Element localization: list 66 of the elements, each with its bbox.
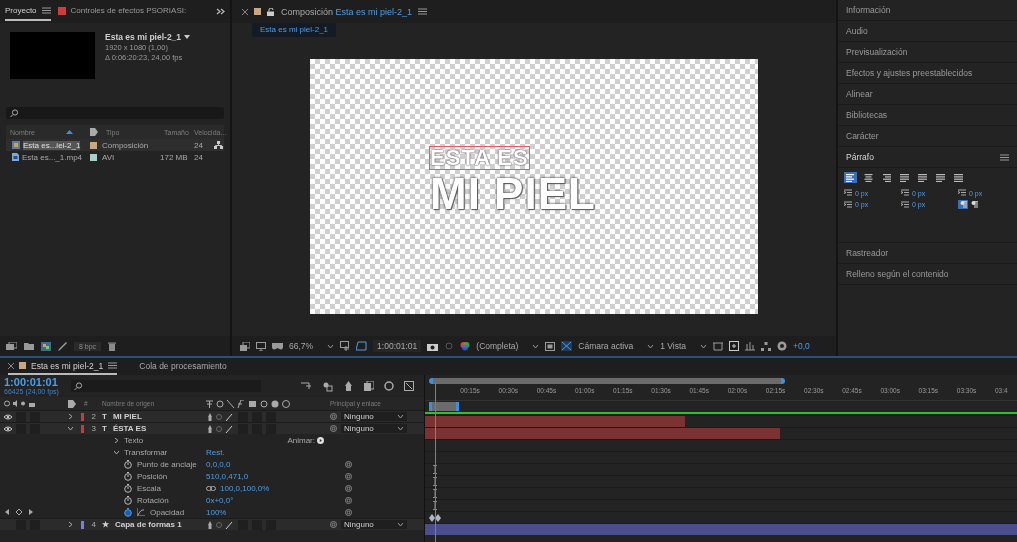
canvas-text: MI PIEL: [430, 172, 596, 216]
tab-label: Proyecto: [5, 6, 37, 15]
property-value[interactable]: 100%: [206, 507, 227, 517]
item-name: Esta es..._1.mp4: [22, 152, 83, 162]
property-value[interactable]: 510,0,471,0: [206, 471, 249, 481]
panel-header[interactable]: Párrafo: [838, 147, 1017, 168]
zoom-dropdown[interactable]: 66,7%: [289, 341, 335, 351]
layer-number: 2: [91, 412, 96, 421]
reset-link[interactable]: Rest.: [206, 447, 330, 457]
parent-dropdown[interactable]: Ninguno: [341, 412, 407, 421]
panel-header[interactable]: Audio: [838, 21, 1017, 42]
layer-row[interactable]: 3 T ÉSTA ES Ninguno: [0, 422, 424, 434]
parent-dropdown[interactable]: Ninguno: [341, 424, 407, 433]
layer-row[interactable]: 2 T MI PIEL Ninguno: [0, 410, 424, 422]
layer-number: 3: [91, 424, 96, 433]
property-value[interactable]: 100,0,100,0%: [220, 483, 270, 493]
project-item[interactable]: Esta es...iel-2_1 Composición 24: [6, 139, 224, 151]
timecode[interactable]: 1:00:01:01: [4, 377, 59, 388]
layer-type-glyph: T: [102, 424, 107, 433]
view-layout-dropdown[interactable]: 1 Vista: [660, 341, 707, 351]
property-name: Posición: [137, 471, 168, 481]
item-name: Esta es...iel-2_1: [23, 140, 81, 150]
property-name: Punto de anclaje: [137, 459, 197, 469]
property-value[interactable]: 0x+0,0°: [206, 495, 234, 505]
panel-header[interactable]: Carácter: [838, 126, 1017, 147]
panel-header[interactable]: Alinear: [838, 84, 1017, 105]
property-value[interactable]: 0,0,0,0: [206, 459, 231, 469]
viewer-title: Composición Esta es mi piel-2_1: [281, 6, 413, 17]
layer-name[interactable]: MI PIEL: [112, 412, 142, 421]
resolution-dropdown[interactable]: (Completa): [476, 341, 540, 351]
layer-name[interactable]: ÉSTA ES: [112, 424, 147, 433]
panel-header[interactable]: Información: [838, 0, 1017, 21]
layer-type-glyph: T: [102, 412, 107, 421]
comp-name: Esta es mi piel-2_1: [105, 32, 182, 42]
parent-dropdown[interactable]: Ninguno: [341, 520, 407, 529]
panel-header[interactable]: Previsualización: [838, 42, 1017, 63]
panel-header[interactable]: Bibliotecas: [838, 105, 1017, 126]
panel-tab[interactable]: Proyecto: [5, 2, 51, 21]
project-item[interactable]: Esta es..._1.mp4 AVI 172 MB 24: [6, 151, 224, 163]
layer-name[interactable]: Capa de formas 1: [115, 520, 182, 529]
property-name: Rotación: [137, 495, 169, 505]
panel-header[interactable]: Relleno según el contenido: [838, 264, 1017, 285]
panel-header[interactable]: Efectos y ajustes preestablecidos: [838, 63, 1017, 84]
property-group[interactable]: Transformar: [124, 447, 168, 457]
animate-label: Animar:: [287, 435, 315, 445]
layer-number: 4: [91, 520, 96, 529]
item-rate: 24: [193, 140, 204, 150]
property-name: Escala: [137, 483, 161, 493]
item-size: 172 MB: [160, 152, 189, 162]
current-time[interactable]: 1:00:01:01: [373, 340, 422, 352]
tab-label: Controles de efectos PSORIASI:: [70, 6, 187, 15]
timeline-tab[interactable]: Cola de procesamiento: [139, 358, 227, 375]
timeline-tab[interactable]: Esta es mi piel-2_1: [8, 358, 118, 375]
item-rate: 24: [193, 152, 204, 162]
property-group[interactable]: Texto: [124, 435, 144, 445]
item-type: Composición: [102, 140, 150, 150]
exposure-value[interactable]: +0,0: [793, 341, 810, 351]
layer-row[interactable]: 4 ★ Capa de formas 1 Ninguno: [0, 518, 424, 530]
layer-type-glyph: ★: [102, 520, 109, 529]
panel-header[interactable]: Rastreador: [838, 243, 1017, 264]
camera-dropdown[interactable]: Cámara activa: [578, 341, 655, 351]
panel-tab[interactable]: Controles de efectos PSORIASI:: [57, 2, 187, 21]
item-type: AVI: [102, 152, 116, 162]
composition-tab[interactable]: Esta es mi piel-2_1: [252, 23, 337, 37]
canvas-text: ESTA ES: [430, 147, 529, 169]
property-name: Opacidad: [150, 507, 185, 517]
